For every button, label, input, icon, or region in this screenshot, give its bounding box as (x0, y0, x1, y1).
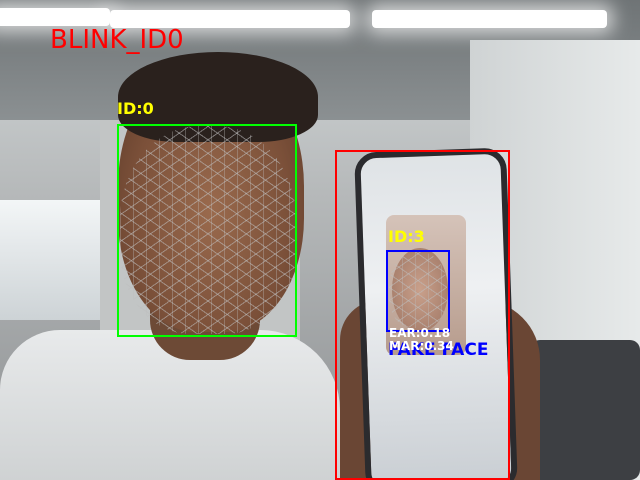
face-box-id3 (386, 250, 450, 332)
face-box-id0 (117, 124, 297, 337)
ceiling-light (0, 8, 110, 26)
camera-frame: BLINK_ID0 ID:0 ID:3 FAKE FACE EAR:0.18 M… (0, 0, 640, 480)
face-id-label: ID:0 (117, 99, 154, 118)
camera-scene (0, 0, 640, 480)
blink-status-label: BLINK_ID0 (50, 25, 184, 55)
mar-metric: MAR:0.34 (389, 339, 454, 353)
ear-metric: EAR:0.18 (389, 326, 451, 340)
ceiling-light (372, 10, 607, 28)
office-chair (530, 340, 640, 480)
face-id-label: ID:3 (388, 227, 425, 246)
